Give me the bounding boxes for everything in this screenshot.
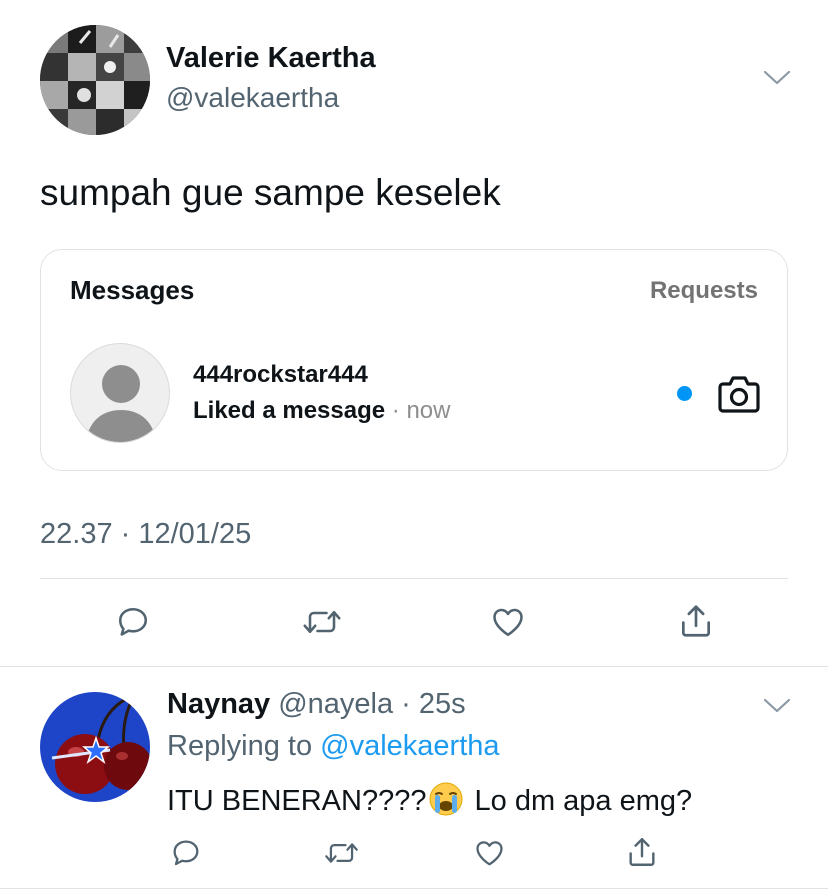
retweet-icon (324, 843, 358, 863)
dm-status-text: Liked a message (193, 397, 386, 424)
share-icon (681, 605, 711, 637)
embedded-image-card[interactable]: Messages Requests 444rockstar444 Liked a… (40, 249, 788, 471)
reply-text: ITU BENERAN???? Lo dm apa emg? (167, 782, 692, 818)
author-name[interactable]: Valerie Kaertha (166, 42, 376, 75)
author-handle[interactable]: @valekaertha (166, 82, 339, 114)
cherry-avatar-image (40, 692, 150, 802)
section-divider (0, 666, 828, 667)
dm-username: 444rockstar444 (193, 361, 368, 388)
reply-icon (173, 840, 199, 866)
chevron-down-icon[interactable] (762, 68, 792, 88)
tweet-thread: Valerie Kaertha @valekaertha sumpah gue … (0, 0, 828, 890)
tweet-text: sumpah gue sampe keselek (40, 172, 501, 213)
loudly-crying-face-icon (429, 782, 463, 816)
reply-button[interactable] (113, 602, 153, 642)
reply-chevron-down-icon[interactable] (762, 696, 792, 716)
retweet-button[interactable] (300, 602, 344, 642)
profile-photo-collage (40, 25, 150, 135)
reply-text-part-2: Lo dm apa emg? (474, 785, 693, 817)
author-avatar[interactable] (40, 25, 150, 135)
reply-share-button[interactable] (624, 833, 660, 871)
reply-reply-button[interactable] (168, 835, 204, 871)
reply-like-button[interactable] (471, 835, 507, 871)
reply-author-name[interactable]: Naynay (167, 688, 270, 720)
tweet-timestamp[interactable]: 22.37 · 12/01/25 (40, 518, 251, 551)
dm-status: Liked a message · now (193, 397, 450, 425)
retweet-icon (303, 610, 341, 634)
share-icon (629, 838, 655, 866)
dm-status-separator: · (391, 397, 400, 424)
bottom-divider (0, 888, 828, 889)
camera-icon (717, 374, 761, 414)
reply-retweet-button[interactable] (322, 835, 360, 871)
reply-author-avatar[interactable] (40, 692, 150, 802)
dm-status-time: now (406, 397, 451, 424)
replying-to: Replying to @valekaertha (167, 730, 500, 763)
unread-dot (677, 386, 692, 401)
share-button[interactable] (676, 600, 716, 642)
reply-text-part-1: ITU BENERAN???? (167, 785, 427, 817)
reply-icon (118, 607, 148, 636)
heart-icon (493, 608, 523, 637)
reply-header: Naynay @nayela · 25s (167, 688, 466, 721)
divider (40, 578, 788, 579)
reply-handle-time[interactable]: @nayela · 25s (278, 688, 465, 720)
like-button[interactable] (487, 602, 529, 642)
requests-label: Requests (649, 277, 758, 304)
replying-to-prefix: Replying to (167, 730, 313, 762)
messages-heading: Messages (70, 275, 195, 305)
default-avatar-icon (70, 343, 170, 443)
heart-icon (475, 841, 503, 866)
replying-to-mention[interactable]: @valekaertha (320, 730, 499, 762)
